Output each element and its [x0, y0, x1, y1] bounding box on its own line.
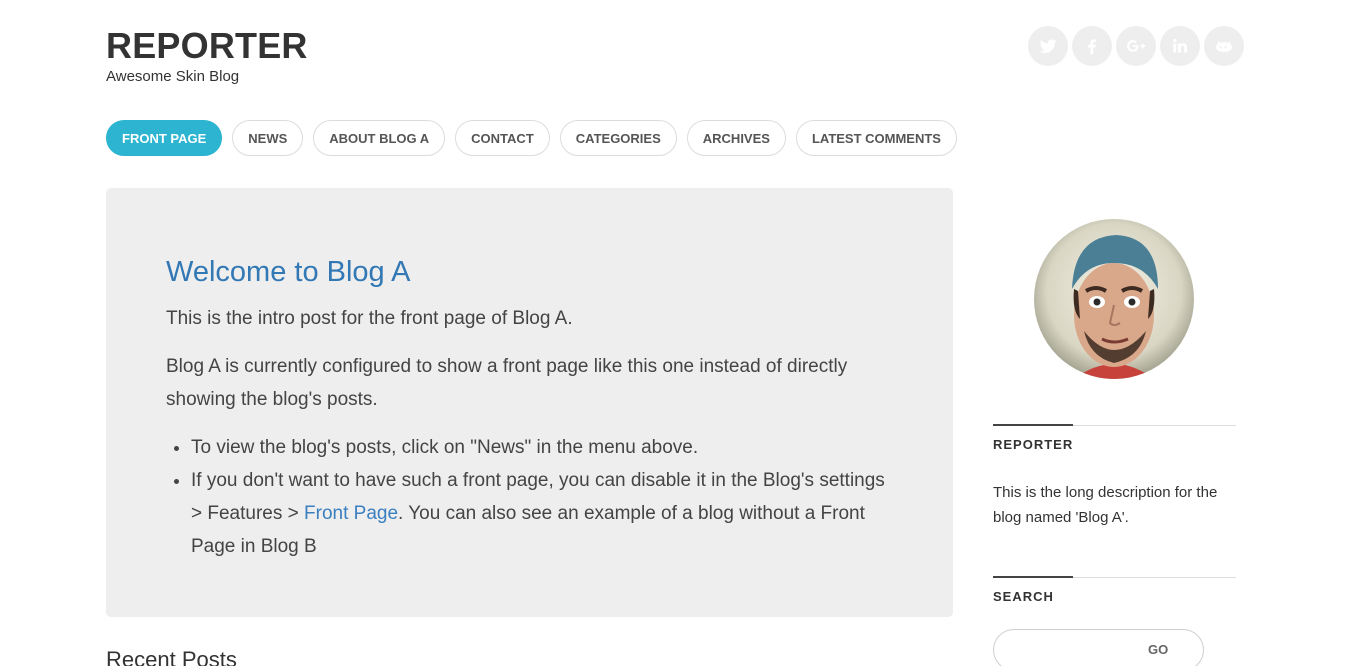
page: REPORTER Awesome Skin Blog FRONT PAGE NE… — [0, 0, 1351, 666]
about-widget-title: REPORTER — [993, 437, 1074, 452]
intro-list-item: To view the blog's posts, click on "News… — [191, 431, 896, 464]
facebook-icon — [1088, 39, 1096, 55]
nav-contact[interactable]: CONTACT — [455, 120, 550, 156]
about-widget-text: This is the long description for the blo… — [993, 484, 1218, 526]
avatar — [1034, 219, 1194, 379]
nav-news[interactable]: NEWS — [232, 120, 304, 156]
site-title[interactable]: REPORTER — [106, 24, 308, 68]
nav-front-page[interactable]: FRONT PAGE — [106, 120, 223, 156]
search-go-button[interactable]: GO — [1148, 640, 1168, 660]
nav-about-blog-a[interactable]: ABOUT BLOG A — [313, 120, 446, 156]
google-plus-button[interactable] — [1116, 26, 1156, 66]
widget-divider — [993, 424, 1236, 426]
nav-categories[interactable]: CATEGORIES — [559, 120, 677, 156]
intro-post: Welcome to Blog A This is the intro post… — [106, 188, 953, 617]
avatar-image — [1034, 219, 1194, 379]
intro-post-body: This is the intro post for the front pag… — [166, 302, 896, 563]
intro-list: To view the blog's posts, click on "News… — [166, 431, 896, 563]
site-tagline: Awesome Skin Blog — [106, 68, 240, 85]
social-links — [1028, 26, 1244, 66]
intro-paragraph-1: This is the intro post for the front pag… — [166, 308, 573, 329]
search-input[interactable] — [1005, 638, 1129, 664]
github-button[interactable] — [1204, 26, 1244, 66]
facebook-button[interactable] — [1072, 26, 1112, 66]
intro-list-item: If you don't want to have such a front p… — [191, 464, 896, 563]
intro-post-title[interactable]: Welcome to Blog A — [166, 252, 410, 292]
linkedin-icon — [1173, 38, 1188, 53]
front-page-link[interactable]: Front Page — [304, 503, 398, 524]
google-plus-icon — [1127, 40, 1146, 52]
github-icon — [1216, 41, 1232, 52]
intro-paragraph-2: Blog A is currently configured to show a… — [166, 356, 848, 410]
nav-archives[interactable]: ARCHIVES — [686, 120, 786, 156]
linkedin-button[interactable] — [1160, 26, 1200, 66]
widget-divider — [993, 576, 1236, 578]
twitter-icon — [1039, 39, 1057, 53]
search-widget-title: SEARCH — [993, 589, 1054, 604]
main-nav: FRONT PAGE NEWS ABOUT BLOG A CONTACT CAT… — [106, 120, 957, 156]
twitter-button[interactable] — [1028, 26, 1068, 66]
nav-latest-comments[interactable]: LATEST COMMENTS — [795, 120, 957, 156]
recent-posts-title: Recent Posts — [106, 647, 237, 666]
